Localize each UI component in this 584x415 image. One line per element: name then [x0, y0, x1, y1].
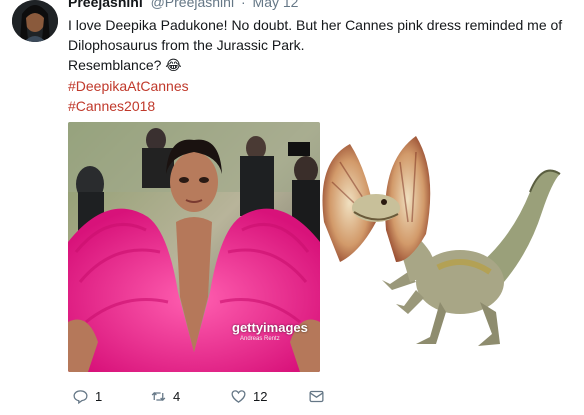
reply-count: 1	[95, 388, 103, 404]
author-handle[interactable]: @Preejashini	[151, 0, 234, 10]
tweet-text-line: Resemblance? 😂	[68, 55, 578, 76]
like-button[interactable]: 12	[230, 384, 267, 408]
retweet-icon	[151, 391, 166, 401]
tweet-text-question: Resemblance?	[68, 57, 162, 73]
tweet-date[interactable]: May 12	[253, 0, 299, 10]
tweet-media[interactable]: gettyimages Andreas Rentz	[68, 122, 572, 372]
author-name[interactable]: Preejashini	[68, 0, 143, 10]
like-count: 12	[253, 388, 268, 404]
retweet-button[interactable]: 4	[150, 384, 180, 408]
getty-credit: Andreas Rentz	[240, 336, 280, 342]
tweet-actions: 1 4 12	[68, 384, 568, 410]
reply-icon	[73, 389, 88, 404]
like-icon	[231, 389, 246, 403]
separator-dot: ·	[240, 0, 246, 10]
deepika-photo[interactable]: gettyimages Andreas Rentz	[68, 122, 320, 372]
tweet-text-line: I love Deepika Padukone! No doubt. But h…	[68, 17, 563, 33]
avatar[interactable]	[12, 0, 58, 42]
tweet: Preejashini @Preejashini · May 12 I love…	[0, 0, 584, 415]
tweet-text: I love Deepika Padukone! No doubt. But h…	[68, 15, 578, 116]
hashtag-cannes-2018[interactable]: #Cannes2018	[68, 96, 578, 116]
retweet-count: 4	[173, 388, 181, 404]
getty-watermark: gettyimages	[232, 320, 308, 335]
hashtag-deepika-at-cannes[interactable]: #DeepikaAtCannes	[68, 76, 578, 96]
message-icon	[309, 390, 324, 402]
laughing-emoji: 😂	[165, 58, 182, 74]
tweet-text-line: Dilophosaurus from the Jurassic Park.	[68, 37, 305, 53]
dilophosaurus-image[interactable]	[320, 122, 572, 372]
direct-message-button[interactable]	[308, 384, 325, 408]
reply-button[interactable]: 1	[72, 384, 102, 408]
tweet-header: Preejashini @Preejashini · May 12	[68, 0, 298, 10]
